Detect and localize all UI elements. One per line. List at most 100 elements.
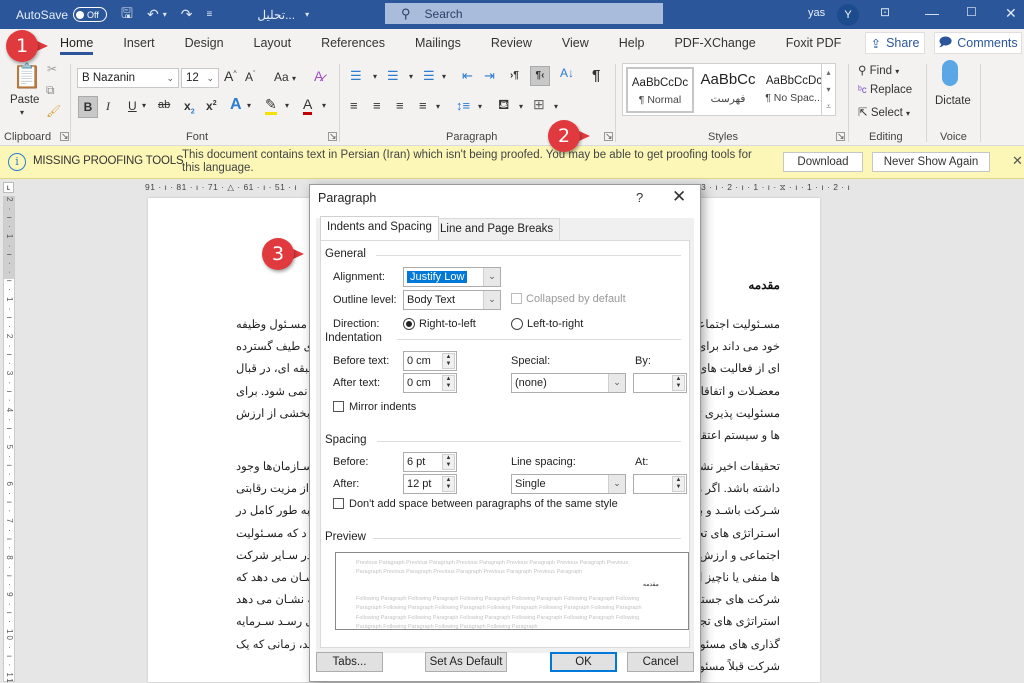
align-center-icon[interactable]: ≡ [373, 98, 381, 113]
tab-foxit-pdf[interactable]: Foxit PDF [771, 29, 857, 58]
spacing-after-input[interactable]: 12 pt ▲ ▼ [403, 474, 457, 494]
title-dropdown-icon[interactable]: ▾ [305, 10, 309, 19]
scroll-up-icon[interactable]: ▴ [822, 64, 835, 81]
grow-font-icon[interactable]: A^ [224, 68, 237, 84]
paste-icon[interactable]: 📋 [12, 62, 42, 91]
font-color-icon[interactable]: A [303, 96, 313, 115]
find-button[interactable]: ⚲ Find ▾ [858, 63, 899, 77]
bullets-icon[interactable]: ☰ [350, 68, 362, 84]
by-input[interactable]: ▲ ▼ [633, 373, 687, 393]
at-input[interactable]: ▲ ▼ [633, 474, 687, 494]
borders-dropdown-icon[interactable]: ▾ [554, 102, 558, 111]
italic-button[interactable]: I [106, 99, 110, 114]
tab-home[interactable]: Home [45, 29, 108, 58]
highlight-icon[interactable]: ✎ [265, 96, 277, 115]
justify-dropdown-icon[interactable]: ▾ [436, 102, 440, 111]
spinner-icon[interactable]: ▲ ▼ [672, 476, 685, 492]
select-button[interactable]: ⇱ Select ▾ [858, 105, 910, 119]
superscript-button[interactable]: x2 [206, 99, 217, 113]
spinner-icon[interactable]: ▲ ▼ [442, 454, 455, 470]
align-left-icon[interactable]: ≡ [350, 98, 358, 113]
paste-dropdown-icon[interactable]: ▾ [20, 108, 24, 117]
underline-button[interactable]: U [128, 99, 137, 113]
share-button[interactable]: ⇪ Share [865, 32, 925, 54]
dictate-button[interactable]: Dictate [935, 95, 971, 107]
dont-add-space-checkbox[interactable] [333, 498, 344, 509]
replace-button[interactable]: ᵇc Replace [858, 84, 912, 96]
rtl-radio[interactable] [403, 318, 415, 330]
avatar[interactable]: Y [837, 4, 859, 26]
ltr-radio[interactable] [511, 318, 523, 330]
close-icon[interactable]: ✕ [1012, 153, 1023, 169]
sort-icon[interactable]: A↓ [560, 66, 574, 80]
ltr-direction-icon[interactable]: ›¶ [510, 70, 519, 81]
paragraph-launcher-icon[interactable]: ↘ [604, 132, 613, 141]
horizontal-ruler-left[interactable]: 91 · ı · 81 · ı · 71 · △ · 61 · ı · 51 ·… [145, 181, 309, 193]
strikethrough-button[interactable]: ab [158, 99, 170, 111]
tab-references[interactable]: References [306, 29, 400, 58]
tab-selector-icon[interactable]: ʟ [3, 182, 14, 193]
cut-icon[interactable]: ✂ [47, 62, 57, 76]
text-effects-icon[interactable]: A [230, 96, 242, 114]
minimize-icon[interactable]: — [925, 5, 939, 21]
after-text-input[interactable]: 0 cm ▲ ▼ [403, 373, 457, 393]
customize-qat-icon[interactable]: ≡ [206, 9, 212, 20]
undo-dropdown-icon[interactable]: ▾ [163, 10, 167, 19]
download-button[interactable]: Download [783, 152, 863, 172]
before-text-input[interactable]: 0 cm ▲ ▼ [403, 351, 457, 371]
line-spacing-select[interactable]: Single ⌄ [511, 474, 626, 494]
maximize-icon[interactable]: ☐ [966, 5, 977, 19]
copy-icon[interactable]: ⧉ [46, 83, 55, 98]
close-icon[interactable]: ✕ [672, 187, 686, 207]
tab-design[interactable]: Design [170, 29, 239, 58]
styles-scroll[interactable]: ▴ ▾ ⩡ [821, 64, 835, 115]
autosave-toggle[interactable]: Off [73, 7, 108, 22]
tab-line-and-page-breaks[interactable]: Line and Page Breaks [433, 218, 561, 240]
change-case-button[interactable]: Aa ▾ [274, 70, 296, 84]
text-effects-dropdown-icon[interactable]: ▾ [247, 101, 251, 110]
bold-button[interactable]: B [78, 96, 98, 118]
numbering-dropdown-icon[interactable]: ▾ [409, 72, 413, 81]
line-spacing-dropdown-icon[interactable]: ▾ [478, 102, 482, 111]
subscript-button[interactable]: x2 [184, 99, 195, 115]
clipboard-launcher-icon[interactable]: ↘ [60, 132, 69, 141]
close-icon[interactable]: ✕ [1005, 5, 1017, 22]
more-styles-icon[interactable]: ⩡ [822, 98, 835, 115]
numbering-icon[interactable]: ☰ [387, 68, 399, 84]
shading-icon[interactable]: ⛾ [498, 96, 509, 115]
line-spacing-icon[interactable]: ↕≡ [456, 98, 470, 113]
tab-insert[interactable]: Insert [108, 29, 169, 58]
rtl-direction-button[interactable]: ¶‹ [530, 66, 550, 86]
font-size-combo[interactable]: 12 ⌄ [181, 68, 219, 88]
tab-indents-and-spacing[interactable]: Indents and Spacing [320, 216, 439, 240]
set-as-default-button[interactable]: Set As Default [425, 652, 507, 672]
multilevel-list-icon[interactable]: ☰ [423, 68, 435, 84]
mirror-indents-checkbox[interactable] [333, 401, 344, 412]
spinner-icon[interactable]: ▲ ▼ [672, 375, 685, 391]
microphone-icon[interactable] [942, 60, 958, 86]
shrink-font-icon[interactable]: Aˇ [245, 70, 255, 84]
horizontal-ruler-right[interactable]: 3 · ı · 2 · ı · 1 · ı · ⧖ · ı · 1 · ı · … [701, 181, 891, 193]
bullets-dropdown-icon[interactable]: ▾ [373, 72, 377, 81]
comments-button[interactable]: 🗩 Comments [934, 32, 1022, 54]
borders-icon[interactable]: ⊞ [533, 96, 545, 113]
vertical-ruler[interactable]: 2 · ı · 1 · ı · · ı · 1 · ı · 2 · ı · 3 … [3, 196, 15, 683]
tabs-button[interactable]: Tabs... [316, 652, 383, 672]
clear-formatting-icon[interactable]: A̷ [314, 68, 323, 84]
search-box[interactable]: ⚲ Search [385, 3, 663, 24]
ok-button[interactable]: OK [550, 652, 617, 672]
never-show-again-button[interactable]: Never Show Again [872, 152, 990, 172]
outline-level-select[interactable]: Body Text ⌄ [403, 290, 501, 310]
tab-view[interactable]: View [547, 29, 604, 58]
justify-icon[interactable]: ≡ [419, 98, 427, 113]
document-title[interactable]: تحلیل... [257, 8, 295, 22]
increase-indent-icon[interactable]: ⇥ [484, 68, 495, 84]
shading-dropdown-icon[interactable]: ▾ [519, 102, 523, 111]
format-painter-icon[interactable]: 🖌 [46, 104, 61, 118]
style-no-spacing[interactable]: AaBbCcDc ¶ No Spac... [760, 67, 828, 113]
cancel-button[interactable]: Cancel [627, 652, 694, 672]
help-button[interactable]: ? [636, 190, 643, 205]
align-right-icon[interactable]: ≡ [396, 98, 404, 113]
tab-mailings[interactable]: Mailings [400, 29, 476, 58]
spinner-icon[interactable]: ▲ ▼ [442, 476, 455, 492]
